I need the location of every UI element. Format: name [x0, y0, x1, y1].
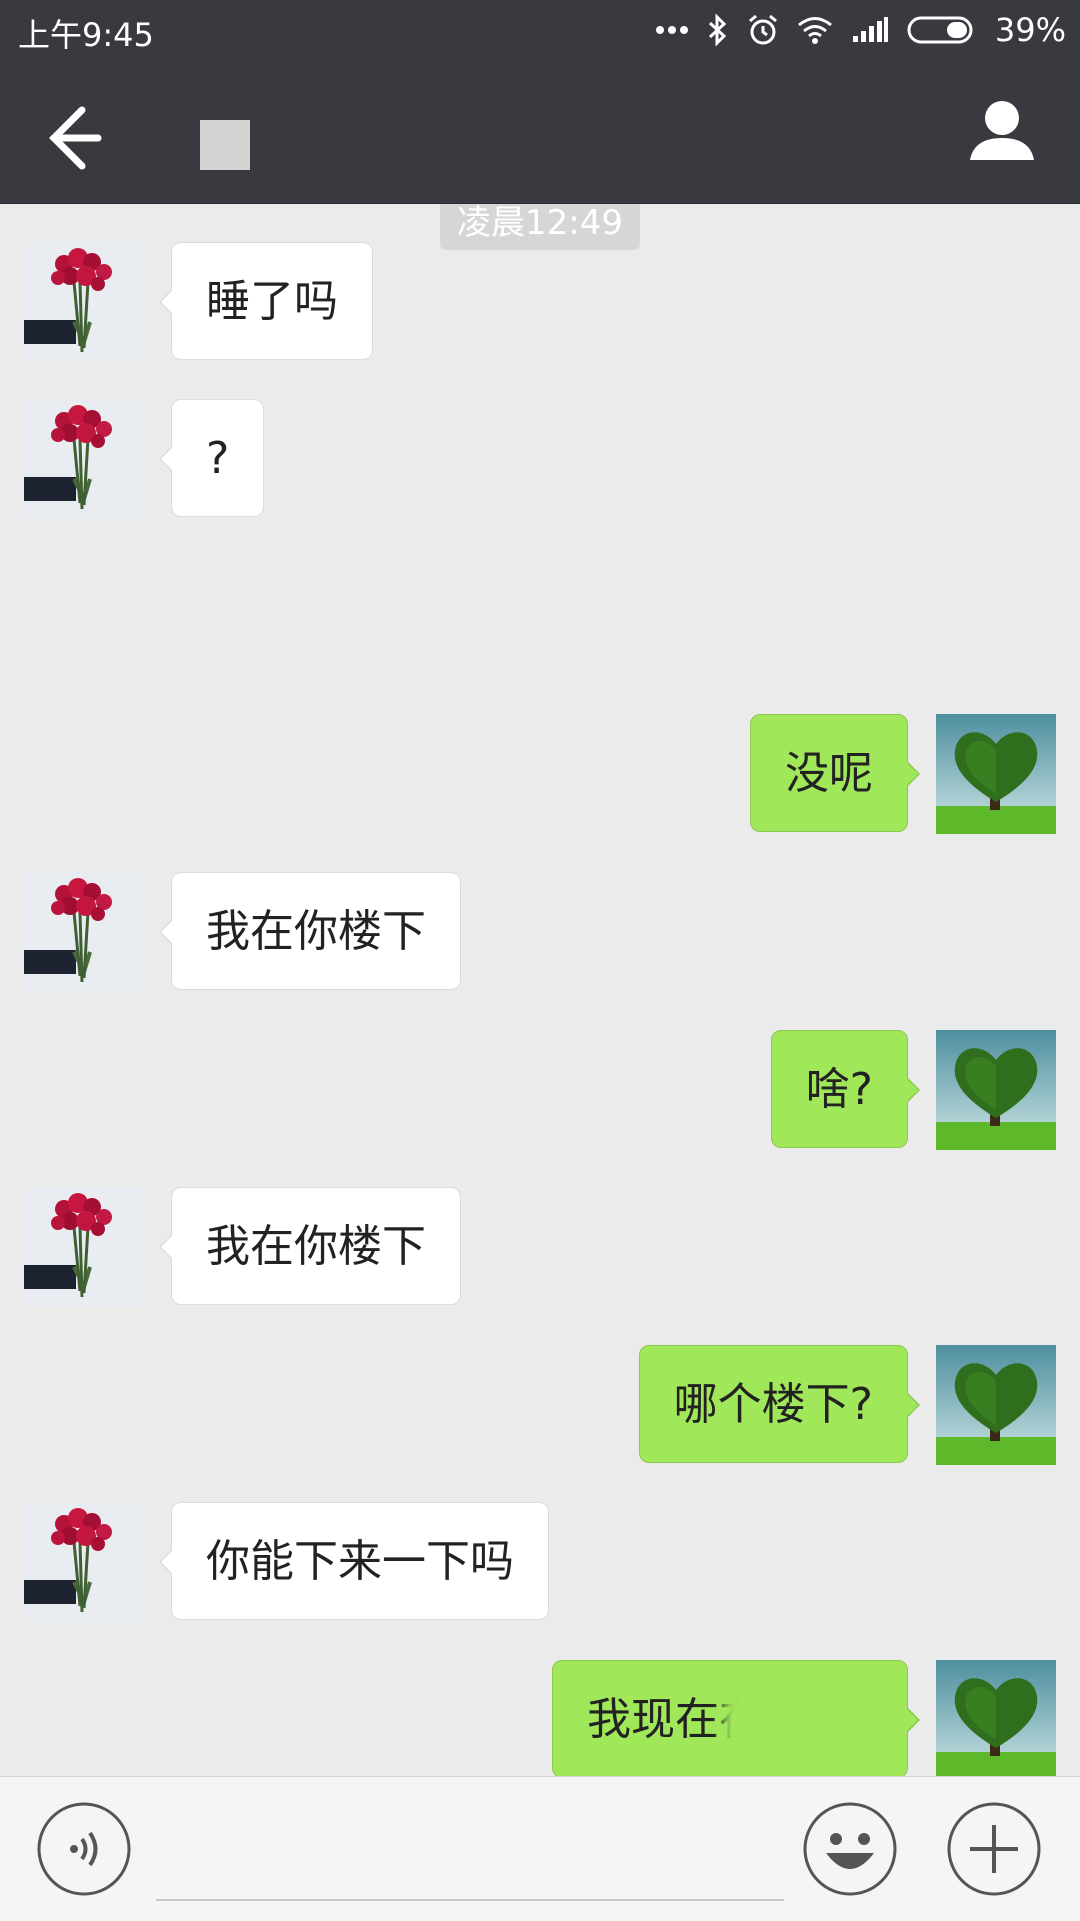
incoming-message: 你能下来一下吗	[0, 1502, 1080, 1624]
message-bubble[interactable]: 我现在在	[552, 1660, 920, 1776]
status-time: 上午9:45	[18, 16, 154, 54]
incoming-message: 睡了吗	[0, 242, 1080, 364]
message-bubble[interactable]: 哪个楼下?	[638, 1345, 921, 1463]
my-avatar[interactable]	[936, 1030, 1056, 1150]
emoji-button[interactable]	[802, 1801, 898, 1897]
back-arrow-icon	[34, 106, 114, 182]
message-bubble[interactable]: 我在你楼下	[159, 1187, 461, 1305]
my-avatar[interactable]	[936, 1345, 1056, 1465]
blurred-redaction	[723, 1683, 833, 1757]
voice-button[interactable]	[36, 1801, 132, 1897]
more-button[interactable]	[946, 1801, 1042, 1897]
more-dots-icon	[655, 25, 689, 35]
outgoing-message: 哪个楼下?	[0, 1345, 1080, 1467]
message-text: 我在你楼下	[206, 1221, 426, 1272]
chat-area[interactable]: 凌晨12:49 睡了吗? 没呢 我在你楼下 啥? 我在你楼下 哪个楼下? 你能下来一下吗 我现…	[0, 204, 1080, 1776]
message-text: 你能下来一下吗	[206, 1536, 514, 1587]
message-text: 没呢	[785, 748, 873, 799]
outgoing-message: 我现在在	[0, 1660, 1080, 1776]
message-bubble[interactable]: 我在你楼下	[159, 872, 461, 990]
voice-icon	[36, 1802, 132, 1901]
contact-avatar[interactable]	[24, 242, 144, 362]
message-bubble[interactable]: 你能下来一下吗	[159, 1502, 549, 1620]
chat-header	[0, 60, 1080, 204]
emoji-icon	[802, 1802, 898, 1901]
incoming-message: 我在你楼下	[0, 872, 1080, 994]
message-bubble[interactable]: 睡了吗	[159, 242, 373, 360]
my-avatar[interactable]	[936, 1660, 1056, 1776]
redacted-title-block	[200, 120, 250, 170]
incoming-message: 我在你楼下	[0, 1187, 1080, 1309]
incoming-message: ?	[0, 399, 1080, 521]
plus-icon	[946, 1802, 1042, 1901]
message-text: 哪个楼下?	[673, 1379, 873, 1430]
my-avatar[interactable]	[936, 714, 1056, 834]
outgoing-message: 啥?	[0, 1030, 1080, 1152]
contact-avatar[interactable]	[24, 1187, 144, 1307]
wifi-icon	[797, 16, 833, 44]
outgoing-message: 没呢	[0, 714, 1080, 836]
status-icons: 39%	[655, 8, 1066, 52]
profile-icon	[964, 101, 1040, 176]
message-text: 我在你楼下	[206, 906, 426, 957]
contact-avatar[interactable]	[24, 1502, 144, 1622]
contact-avatar[interactable]	[24, 399, 144, 519]
message-bubble[interactable]: 没呢	[750, 714, 920, 832]
back-button[interactable]	[34, 98, 114, 178]
message-text: 睡了吗	[206, 276, 338, 327]
bluetooth-icon	[707, 14, 729, 46]
profile-button[interactable]	[964, 96, 1040, 172]
status-bar: 上午9:45 39%	[0, 0, 1080, 60]
battery-icon	[907, 15, 977, 45]
input-bar	[0, 1776, 1080, 1921]
message-text: ?	[206, 433, 230, 484]
message-bubble[interactable]: ?	[158, 399, 265, 517]
message-bubble[interactable]: 啥?	[770, 1030, 921, 1148]
contact-avatar[interactable]	[24, 872, 144, 992]
message-text: 啥?	[805, 1064, 873, 1115]
message-input[interactable]	[156, 1801, 784, 1901]
alarm-icon	[747, 14, 779, 46]
battery-percent: 39%	[994, 11, 1066, 49]
signal-icon	[851, 16, 889, 44]
